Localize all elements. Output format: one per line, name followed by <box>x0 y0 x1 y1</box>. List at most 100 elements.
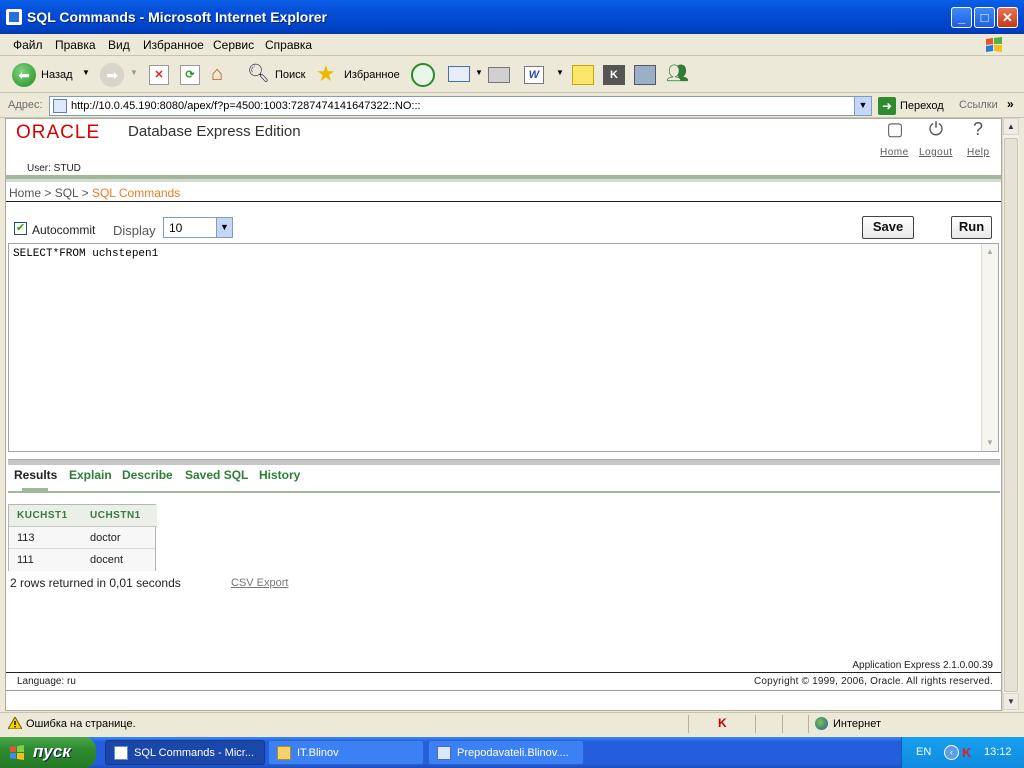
table-row: 111 docent <box>9 549 155 571</box>
product-name: Database Express Edition <box>128 123 301 140</box>
page-scrollbar[interactable]: ▲ ▼ <box>1002 118 1019 711</box>
edit-dropdown-icon[interactable]: ▼ <box>556 68 564 77</box>
version-text: Application Express 2.1.0.00.39 <box>852 660 993 671</box>
back-dropdown-icon[interactable]: ▼ <box>82 68 90 77</box>
home-nav-icon[interactable]: ▢ <box>883 119 907 140</box>
menu-file[interactable]: Файл <box>13 38 43 52</box>
close-button[interactable]: ✕ <box>997 7 1018 28</box>
research-button[interactable] <box>634 61 658 89</box>
autocommit-label: Autocommit <box>32 223 96 237</box>
page-content: ORACLE Database Express Edition ▢ Home ⏻… <box>5 118 1002 711</box>
tabs-underline <box>8 491 1000 493</box>
taskbar-item-ie[interactable]: SQL Commands - Micr... <box>105 740 265 765</box>
window-title-bar[interactable]: SQL Commands - Microsoft Internet Explor… <box>0 0 1024 34</box>
tab-history[interactable]: History <box>259 468 300 482</box>
tray-expand-icon[interactable]: ‹ <box>944 745 959 760</box>
chevron-right-icon[interactable]: » <box>1007 97 1014 111</box>
menu-help[interactable]: Справка <box>265 38 312 52</box>
kaspersky-status-icon: K <box>718 716 727 730</box>
footer-divider <box>6 672 1001 673</box>
scroll-up-icon[interactable]: ▲ <box>982 244 998 260</box>
address-url[interactable]: http://10.0.45.190:8080/apex/f?p=4500:10… <box>71 100 421 112</box>
menu-favorites[interactable]: Избранное <box>143 38 204 52</box>
csv-export-link[interactable]: CSV Export <box>231 577 288 589</box>
start-button[interactable]: пуск <box>0 737 96 768</box>
scroll-down-icon[interactable]: ▼ <box>1003 693 1019 710</box>
favorites-button[interactable]: ★ Избранное <box>316 61 402 89</box>
breadcrumb-divider <box>6 201 1001 202</box>
sql-editor[interactable]: SELECT*FROM uchstepen1 ▲ ▼ <box>8 243 999 452</box>
table-cell: doctor <box>90 532 121 544</box>
scroll-thumb[interactable] <box>1004 138 1018 692</box>
breadcrumb-current: SQL Commands <box>91 186 181 200</box>
history-button[interactable] <box>411 61 435 89</box>
breadcrumb-separator: > <box>41 186 55 200</box>
sql-text[interactable]: SELECT*FROM uchstepen1 <box>13 248 158 260</box>
browser-toolbar: ⬅ Назад ▼ ➡ ▼ ✕ ⟳ ⌂ 🔍︎ Поиск ★ Избранное… <box>0 57 1024 93</box>
save-button[interactable]: Save <box>862 216 914 239</box>
address-dropdown-icon[interactable]: ▼ <box>854 97 871 115</box>
refresh-button[interactable]: ⟳ <box>180 61 202 89</box>
breadcrumb-separator: > <box>78 186 92 200</box>
favorites-label: Избранное <box>344 69 400 81</box>
nav-home-link[interactable]: Home <box>880 147 909 158</box>
mail-icon <box>448 66 470 82</box>
scroll-down-icon[interactable]: ▼ <box>982 435 998 451</box>
menu-view[interactable]: Вид <box>108 38 130 52</box>
home-button[interactable]: ⌂ <box>211 61 235 89</box>
forward-dropdown-icon[interactable]: ▼ <box>130 68 138 77</box>
address-input[interactable]: http://10.0.45.190:8080/apex/f?p=4500:10… <box>49 96 872 116</box>
forward-button[interactable]: ➡ ▼ <box>100 61 140 89</box>
print-button[interactable] <box>488 61 514 89</box>
ie-page-icon <box>6 9 22 25</box>
taskbar-item-document[interactable]: Prepodavateli.Blinov.... <box>428 740 584 765</box>
messenger-button[interactable]: 👥︎ <box>666 61 692 89</box>
scroll-up-icon[interactable]: ▲ <box>1003 118 1019 135</box>
language-indicator[interactable]: EN <box>916 746 931 758</box>
minimize-button[interactable]: _ <box>951 7 972 28</box>
discuss-button[interactable] <box>572 61 596 89</box>
tab-saved-sql[interactable]: Saved SQL <box>185 468 248 482</box>
status-message[interactable]: Ошибка на странице. <box>26 718 136 730</box>
favorites-star-icon: ★ <box>316 61 336 86</box>
stop-button[interactable]: ✕ <box>149 61 171 89</box>
status-divider <box>755 715 756 733</box>
tab-describe[interactable]: Describe <box>122 468 173 482</box>
tab-explain[interactable]: Explain <box>69 468 112 482</box>
results-divider <box>8 459 1000 465</box>
messenger-icon: 👥︎ <box>666 63 689 83</box>
breadcrumb-home[interactable]: Home <box>9 186 41 200</box>
go-button[interactable]: ➜ Переход <box>878 97 954 115</box>
display-select[interactable]: 10 ▼ <box>163 217 233 238</box>
note-icon <box>572 65 594 85</box>
maximize-button[interactable]: □ <box>974 7 995 28</box>
mail-dropdown-icon[interactable]: ▼ <box>475 68 483 77</box>
rows-returned-message: 2 rows returned in 0,01 seconds <box>10 576 181 590</box>
taskbar-item-folder[interactable]: IT.Blinov <box>268 740 424 765</box>
edit-word-button[interactable]: W ▼ <box>524 61 566 89</box>
status-divider <box>688 715 689 733</box>
kaspersky-button[interactable]: K <box>603 61 627 89</box>
tab-results[interactable]: Results <box>14 468 57 482</box>
nav-help-link[interactable]: Help <box>967 147 990 158</box>
links-button[interactable]: Ссылки <box>959 99 998 111</box>
chevron-down-icon[interactable]: ▼ <box>216 218 232 237</box>
warning-icon[interactable] <box>7 716 23 730</box>
editor-scrollbar[interactable]: ▲ ▼ <box>981 244 998 451</box>
go-label: Переход <box>900 100 944 112</box>
nav-logout-link[interactable]: Logout <box>919 147 953 158</box>
run-button[interactable]: Run <box>951 216 992 239</box>
autocommit-checkbox[interactable]: ✔ <box>14 222 27 235</box>
search-button[interactable]: 🔍︎ Поиск <box>247 61 307 89</box>
menu-edit[interactable]: Правка <box>55 38 96 52</box>
breadcrumb-sql[interactable]: SQL <box>55 186 79 200</box>
back-button[interactable]: ⬅ Назад ▼ <box>12 61 90 89</box>
ie-icon <box>114 746 128 760</box>
menu-tools[interactable]: Сервис <box>213 38 254 52</box>
document-icon <box>437 746 451 760</box>
logout-power-icon[interactable]: ⏻ <box>924 119 948 140</box>
help-question-icon[interactable]: ? <box>966 119 990 140</box>
kaspersky-tray-icon[interactable]: K <box>962 745 976 760</box>
mail-button[interactable]: ▼ <box>448 61 484 89</box>
security-zone: Интернет <box>833 718 881 730</box>
